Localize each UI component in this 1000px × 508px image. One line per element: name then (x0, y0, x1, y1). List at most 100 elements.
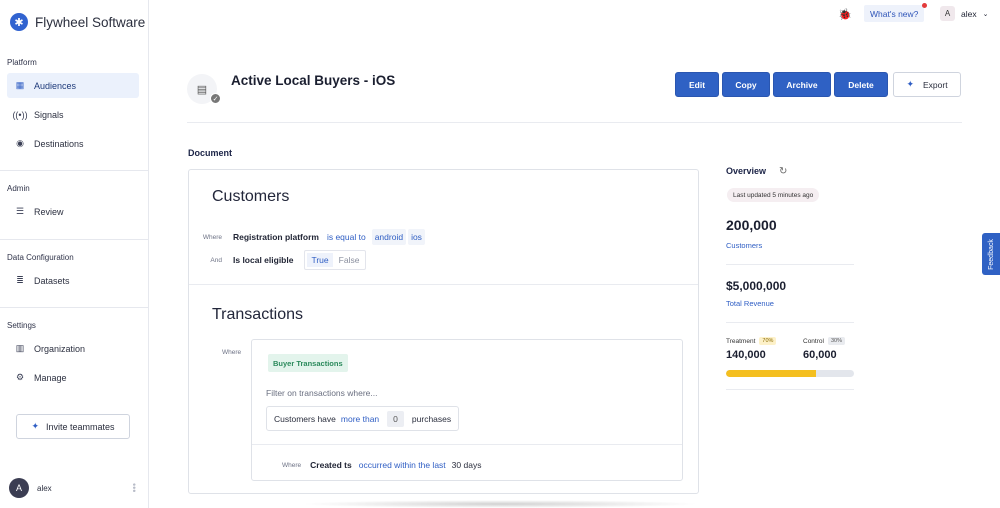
condition-field[interactable]: Registration platform (233, 232, 319, 242)
customers-label: Customers (726, 241, 763, 250)
condition-field[interactable]: Created ts (310, 460, 352, 470)
sidebar-item-review[interactable]: ☰ Review (7, 199, 139, 224)
sidebar-item-label: Audiences (34, 80, 77, 91)
sidebar-item-manage[interactable]: ⚙ Manage (7, 365, 139, 390)
whats-new-button[interactable]: What's new? (864, 5, 925, 22)
divider (726, 389, 854, 390)
document-card: Customers Where Registration platform is… (188, 169, 699, 494)
value-chip[interactable]: android (371, 229, 407, 245)
invite-label: Invite teammates (46, 421, 115, 432)
toggle-option-true[interactable]: True (307, 253, 333, 267)
revenue-label: Total Revenue (726, 299, 774, 308)
toggle-option-false[interactable]: False (335, 253, 364, 267)
sidebar-item-label: Signals (34, 109, 64, 120)
condition-operator[interactable]: occurred within the last (359, 460, 446, 470)
brand-name: Flywheel Software (35, 14, 146, 30)
control-label-text: Control (803, 337, 824, 345)
sidebar-item-audiences[interactable]: ▦ Audiences (7, 73, 139, 98)
condition-keyword: Where (202, 233, 222, 241)
purchases-prefix: Customers have (274, 413, 336, 424)
notification-dot (922, 3, 927, 8)
condition-keyword: And (210, 256, 222, 264)
page-title: Active Local Buyers - iOS (231, 73, 396, 88)
archive-button[interactable]: Archive (773, 72, 831, 97)
sidebar-item-signals[interactable]: ((•)) Signals (7, 102, 139, 127)
brand[interactable]: ✱ Flywheel Software (10, 13, 145, 31)
user-menu[interactable]: A alex ⌄ (940, 6, 988, 21)
condition-value[interactable]: 30 days (452, 460, 482, 470)
divider (0, 307, 148, 308)
treatment-value: 140,000 (726, 349, 766, 361)
table-list-icon: ≣ (16, 275, 24, 285)
bug-icon[interactable]: 🐞 (838, 8, 852, 21)
sidebar-item-label: Destinations (34, 138, 84, 149)
condition-keyword: Where (222, 349, 242, 356)
sidebar-item-organization[interactable]: ▥ Organization (7, 336, 139, 361)
sidebar-item-destinations[interactable]: ◉ Destinations (7, 131, 139, 156)
gear-icon: ⚙ (15, 372, 25, 382)
purchases-count[interactable]: 0 (387, 410, 404, 427)
section-title: Data Configuration (7, 253, 74, 262)
building-icon: ▥ (15, 343, 25, 353)
broadcast-icon: ((•)) (12, 109, 28, 120)
overview-title: Overview (726, 166, 767, 176)
more-options-icon[interactable]: ••• (129, 483, 139, 492)
action-bar: Edit Copy Archive Delete ✦ Export (675, 72, 961, 97)
edit-button[interactable]: Edit (675, 72, 719, 97)
avatar: A (9, 478, 29, 498)
treatment-label: Treatment 70% (726, 337, 777, 345)
sidebar-item-label: Datasets (34, 275, 70, 286)
transactions-heading: Transactions (212, 306, 303, 323)
sidebar-item-datasets[interactable]: ≣ Datasets (7, 268, 139, 293)
treatment-fill (726, 370, 816, 377)
refresh-icon[interactable]: ↻ (779, 166, 787, 177)
source-chip[interactable]: Buyer Transactions (268, 354, 348, 372)
divider (189, 284, 698, 285)
grid-icon: ▦ (15, 80, 25, 90)
invite-teammates-button[interactable]: ✦ Invite teammates (16, 414, 130, 439)
divider (252, 444, 682, 445)
sparkle-icon: ✦ (31, 421, 39, 431)
boolean-toggle[interactable]: True False (304, 250, 367, 270)
sidebar-user[interactable]: A alex ••• (9, 478, 139, 498)
filter-hint: Filter on transactions where... (266, 388, 378, 398)
sidebar-item-label: Organization (34, 343, 86, 354)
section-title: Platform (7, 58, 37, 67)
condition-row: Where Registration platform is equal to … (194, 229, 427, 245)
total-revenue: $5,000,000 (726, 279, 787, 293)
section-title: Admin (7, 184, 30, 193)
purchases-suffix: purchases (411, 413, 452, 424)
delete-button[interactable]: Delete (834, 72, 888, 97)
condition-keyword: Where (282, 461, 302, 469)
condition-operator[interactable]: is equal to (327, 232, 366, 242)
value-chip[interactable]: ios (408, 229, 425, 245)
user-name: alex (961, 8, 977, 19)
last-updated-badge: Last updated 5 minutes ago (727, 188, 820, 202)
user-name: alex (37, 483, 52, 493)
section-title: Settings (7, 321, 36, 330)
list-icon: ☰ (15, 206, 25, 216)
compass-icon: ◉ (16, 138, 24, 148)
nav-section-admin: Admin ☰ Review (0, 184, 148, 228)
divider (187, 122, 962, 123)
sparkle-icon: ✦ (906, 79, 914, 89)
treatment-label-text: Treatment (726, 337, 756, 345)
nav-section-platform: Platform ▦ Audiences ((•)) Signals ◉ Des… (0, 58, 148, 160)
document-label: Document (188, 148, 233, 158)
control-pct: 30% (827, 337, 845, 345)
condition-field[interactable]: Is local eligible (233, 255, 293, 265)
copy-button[interactable]: Copy (722, 72, 770, 97)
customers-count: 200,000 (726, 217, 777, 233)
purchases-condition: Customers have more than 0 purchases (266, 406, 460, 431)
avatar: A (940, 6, 955, 21)
export-button[interactable]: ✦ Export (893, 72, 961, 97)
feedback-tab[interactable]: Feedback (982, 233, 1000, 275)
nav-section-data-configuration: Data Configuration ≣ Datasets (0, 253, 148, 297)
divider (0, 170, 148, 171)
treatment-pct: 70% (759, 337, 777, 345)
chevron-down-icon: ⌄ (982, 10, 989, 18)
sidebar-item-label: Manage (34, 372, 67, 383)
split-progress-bar (726, 370, 854, 377)
time-condition: Where Created ts occurred within the las… (282, 460, 481, 470)
purchases-operator[interactable]: more than (341, 414, 379, 424)
